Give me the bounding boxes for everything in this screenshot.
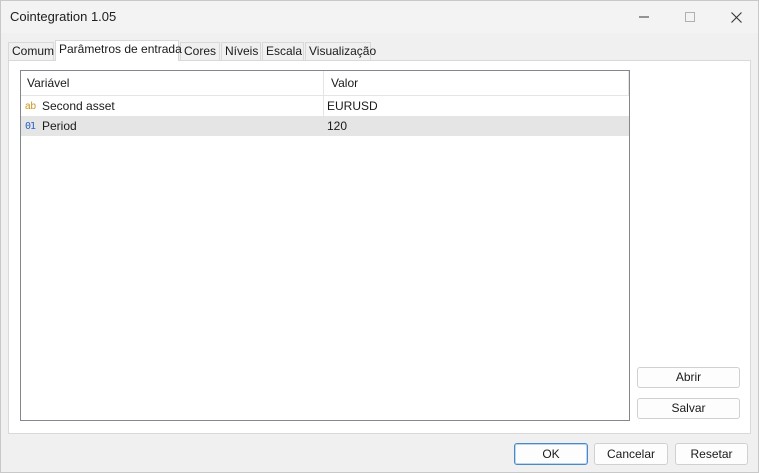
- tab-escala[interactable]: Escala: [262, 42, 304, 60]
- tab-cores[interactable]: Cores: [180, 42, 220, 60]
- tab-comum[interactable]: Comum: [8, 42, 54, 60]
- title-bar: Cointegration 1.05: [1, 1, 758, 33]
- table-row[interactable]: 01 Period 120: [21, 116, 629, 136]
- close-button[interactable]: [713, 1, 759, 33]
- open-button[interactable]: Abrir: [637, 367, 740, 388]
- parameters-grid: Variável Valor ab Second asset EURUSD 01…: [20, 70, 630, 421]
- minimize-icon: [639, 16, 649, 18]
- string-type-icon: ab: [25, 100, 37, 112]
- variable-cell: ab Second asset: [21, 96, 324, 116]
- table-row[interactable]: ab Second asset EURUSD: [21, 96, 629, 116]
- integer-type-icon: 01: [25, 120, 36, 132]
- variable-name: Period: [42, 119, 77, 133]
- dialog-window: Cointegration 1.05 Comum Parâmetros de e…: [0, 0, 759, 473]
- variable-cell: 01 Period: [21, 116, 324, 136]
- grid-header: Variável Valor: [21, 71, 629, 96]
- tab-parametros-de-entrada[interactable]: Parâmetros de entrada: [55, 40, 182, 61]
- close-icon: [730, 11, 742, 23]
- save-button[interactable]: Salvar: [637, 398, 740, 419]
- tab-visualizacao[interactable]: Visualização: [305, 42, 376, 60]
- tab-niveis[interactable]: Níveis: [221, 42, 261, 60]
- tab-panel: Variável Valor ab Second asset EURUSD 01…: [8, 60, 751, 434]
- minimize-button[interactable]: [621, 1, 667, 33]
- maximize-icon: [685, 12, 695, 22]
- window-title: Cointegration 1.05: [10, 9, 117, 24]
- reset-button[interactable]: Resetar: [675, 443, 748, 465]
- ok-button[interactable]: OK: [514, 443, 588, 465]
- column-header-value[interactable]: Valor: [324, 71, 629, 95]
- value-cell[interactable]: EURUSD: [324, 96, 629, 116]
- cancel-button[interactable]: Cancelar: [594, 443, 668, 465]
- value-cell[interactable]: 120: [324, 116, 629, 136]
- variable-name: Second asset: [42, 99, 115, 113]
- column-header-variable[interactable]: Variável: [21, 71, 324, 95]
- maximize-button[interactable]: [667, 1, 713, 33]
